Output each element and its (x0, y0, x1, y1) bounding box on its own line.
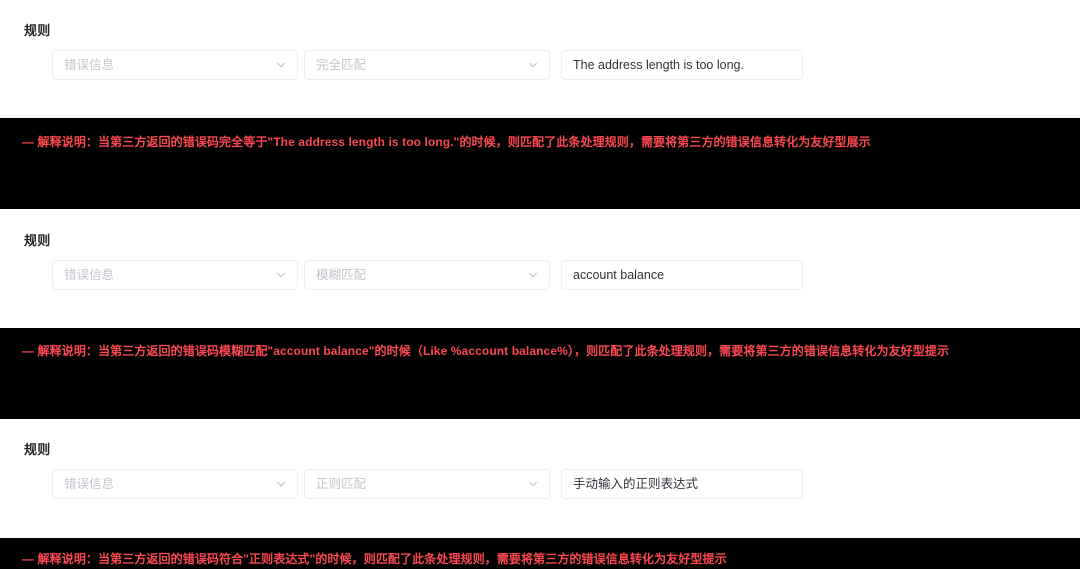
match-type-select[interactable]: 完全匹配 (304, 50, 550, 80)
pattern-input[interactable]: account balance (561, 260, 803, 290)
pattern-input-value: The address length is too long. (573, 58, 744, 72)
rule-title: 规则 (24, 233, 51, 248)
explanation-text: — 解释说明：当第三方返回的错误码模糊匹配"account balance"的时… (22, 344, 950, 358)
chevron-down-icon (527, 478, 539, 490)
pattern-input-value: account balance (573, 268, 665, 282)
rule-title: 规则 (24, 442, 51, 457)
match-type-select[interactable]: 正则匹配 (304, 469, 550, 499)
pattern-input-value: 手动输入的正则表达式 (573, 477, 699, 491)
chevron-down-icon (527, 59, 539, 71)
rule-fields-row: 错误信息 正则匹配 手动输入的正则表达式 (52, 469, 803, 499)
chevron-down-icon (275, 59, 287, 71)
rule-section-3: 规则 错误信息 正则匹配 手动输入的正则表达式 (0, 441, 1080, 537)
match-type-select-placeholder: 正则匹配 (316, 477, 367, 491)
chevron-down-icon (275, 478, 287, 490)
error-rule-config-page: 规则 错误信息 完全匹配 The address length is too l… (0, 0, 1080, 569)
rule-section-1: 规则 错误信息 完全匹配 The address length is too l… (0, 22, 1080, 118)
error-source-select[interactable]: 错误信息 (52, 260, 298, 290)
rule-fields-row: 错误信息 模糊匹配 account balance (52, 260, 803, 290)
match-type-select[interactable]: 模糊匹配 (304, 260, 550, 290)
explanation-band-2: — 解释说明：当第三方返回的错误码模糊匹配"account balance"的时… (0, 328, 1080, 419)
explanation-band-1: — 解释说明：当第三方返回的错误码完全等于"The address length… (0, 118, 1080, 209)
error-source-select-placeholder: 错误信息 (64, 268, 115, 282)
explanation-text: — 解释说明：当第三方返回的错误码完全等于"The address length… (22, 135, 871, 149)
match-type-select-placeholder: 模糊匹配 (316, 268, 367, 282)
rule-fields-row: 错误信息 完全匹配 The address length is too long… (52, 50, 803, 80)
rule-section-2: 规则 错误信息 模糊匹配 account balance (0, 232, 1080, 328)
error-source-select[interactable]: 错误信息 (52, 469, 298, 499)
error-source-select-placeholder: 错误信息 (64, 477, 115, 491)
pattern-input[interactable]: The address length is too long. (561, 50, 803, 80)
match-type-select-placeholder: 完全匹配 (316, 58, 367, 72)
error-source-select-placeholder: 错误信息 (64, 58, 115, 72)
error-source-select[interactable]: 错误信息 (52, 50, 298, 80)
chevron-down-icon (527, 269, 539, 281)
rule-title: 规则 (24, 23, 51, 38)
explanation-band-3: — 解释说明：当第三方返回的错误码符合"正则表达式"的时候，则匹配了此条处理规则… (0, 538, 1080, 569)
explanation-text: — 解释说明：当第三方返回的错误码符合"正则表达式"的时候，则匹配了此条处理规则… (22, 552, 727, 566)
pattern-input[interactable]: 手动输入的正则表达式 (561, 469, 803, 499)
chevron-down-icon (275, 269, 287, 281)
